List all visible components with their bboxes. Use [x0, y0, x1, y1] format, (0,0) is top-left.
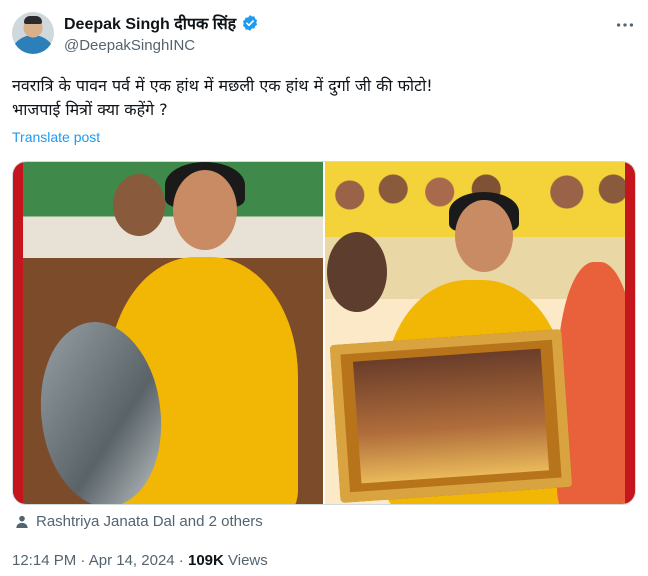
photo-woman-with-durga-frame[interactable] [325, 162, 635, 504]
figure-face [173, 170, 237, 250]
durga-photo-frame [329, 329, 573, 503]
more-options-icon[interactable] [614, 14, 636, 36]
translate-post-link[interactable]: Translate post [12, 129, 100, 145]
photo-border-right [625, 162, 635, 504]
durga-image [352, 348, 550, 484]
post-text: नवरात्रि के पावन पर्व में एक हांथ में मछ… [12, 76, 433, 119]
author-name-row: Deepak Singh दीपक सिंह [64, 12, 259, 34]
meta-separator: · [76, 552, 89, 569]
figure-face-right [455, 200, 513, 272]
author-avatar[interactable] [12, 12, 54, 54]
post-meta: 12:14 PM · Apr 14, 2024 · 109K Views [12, 552, 268, 569]
social-context-text: Rashtriya Janata Dal and 2 others [36, 513, 263, 530]
views-label: Views [223, 552, 268, 569]
post-time[interactable]: 12:14 PM [12, 552, 76, 569]
post-date[interactable]: Apr 14, 2024 [89, 552, 175, 569]
social-context[interactable]: Rashtriya Janata Dal and 2 others [14, 513, 263, 530]
man-figure [327, 232, 387, 312]
photo-woman-with-fish[interactable] [13, 162, 323, 504]
meta-separator-2: · [174, 552, 188, 569]
person-icon [16, 515, 28, 528]
author-display-name[interactable]: Deepak Singh दीपक सिंह [64, 12, 236, 34]
post-media[interactable] [12, 161, 636, 505]
author-handle[interactable]: @DeepakSinghINC [64, 37, 195, 54]
verified-badge-icon [243, 15, 258, 31]
photo-border-left [13, 162, 23, 504]
crowd-person [113, 174, 165, 236]
views-count: 109K [187, 552, 224, 569]
avatar-hair [24, 16, 42, 24]
